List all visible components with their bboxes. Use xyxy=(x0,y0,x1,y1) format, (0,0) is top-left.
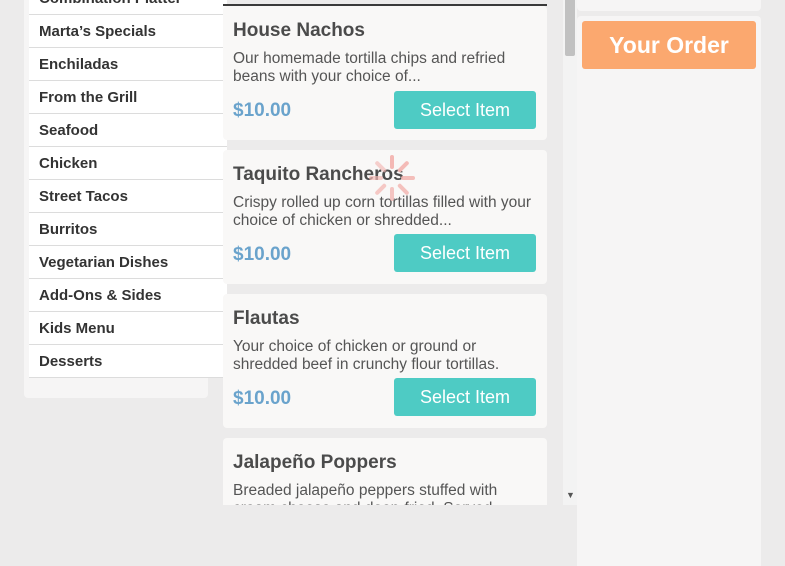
category-item-vegetarian-dishes[interactable]: Vegetarian Dishes xyxy=(29,246,227,279)
category-item-chicken[interactable]: Chicken xyxy=(29,147,227,180)
select-item-button[interactable]: Select Item xyxy=(394,234,536,272)
category-item-add-ons-sides[interactable]: Add-Ons & Sides xyxy=(29,279,227,312)
menu-item-list[interactable]: House Nachos Our homemade tortilla chips… xyxy=(223,0,563,505)
order-panel-header xyxy=(577,0,761,11)
menu-scrollbar[interactable]: ▼ xyxy=(563,0,577,505)
your-order-button[interactable]: Your Order xyxy=(582,21,756,69)
menu-item-card: House Nachos Our homemade tortilla chips… xyxy=(223,6,547,140)
menu-item-title: House Nachos xyxy=(233,20,365,41)
category-item-street-tacos[interactable]: Street Tacos xyxy=(29,180,227,213)
menu-item-card: Jalapeño Poppers Breaded jalapeño pepper… xyxy=(223,438,547,505)
select-item-button[interactable]: Select Item xyxy=(394,91,536,129)
menu-item-price: $10.00 xyxy=(233,244,292,265)
category-item-desserts[interactable]: Desserts xyxy=(29,345,227,378)
category-item-kids-menu[interactable]: Kids Menu xyxy=(29,312,227,345)
content-footer-area xyxy=(0,505,577,566)
category-item-martas-specials[interactable]: Marta’s Specials xyxy=(29,15,227,48)
menu-item-title: Jalapeño Poppers xyxy=(233,452,397,473)
scroll-down-arrow-icon[interactable]: ▼ xyxy=(566,490,575,500)
category-item-seafood[interactable]: Seafood xyxy=(29,114,227,147)
category-item-combination-platter[interactable]: Combination Platter xyxy=(29,0,227,15)
category-item-from-the-grill[interactable]: From the Grill xyxy=(29,81,227,114)
menu-item-price: $10.00 xyxy=(233,100,292,121)
scrollbar-thumb[interactable] xyxy=(565,0,575,56)
select-item-button[interactable]: Select Item xyxy=(394,378,536,416)
category-item-burritos[interactable]: Burritos xyxy=(29,213,227,246)
menu-item-description: Your choice of chicken or ground or shre… xyxy=(233,338,500,373)
menu-item-price: $10.00 xyxy=(233,388,292,409)
menu-item-title: Flautas xyxy=(233,308,300,329)
menu-item-description: Our homemade tortilla chips and refried … xyxy=(233,50,506,85)
order-panel: Your Order xyxy=(577,16,761,566)
category-sidebar: Combination Platter Marta’s Specials Enc… xyxy=(24,0,227,398)
category-list: Combination Platter Marta’s Specials Enc… xyxy=(29,0,227,378)
menu-item-description: Breaded jalapeño peppers stuffed with cr… xyxy=(233,482,498,505)
menu-item-card: Flautas Your choice of chicken or ground… xyxy=(223,294,547,428)
loading-spinner-icon xyxy=(369,155,415,201)
category-item-enchiladas[interactable]: Enchiladas xyxy=(29,48,227,81)
